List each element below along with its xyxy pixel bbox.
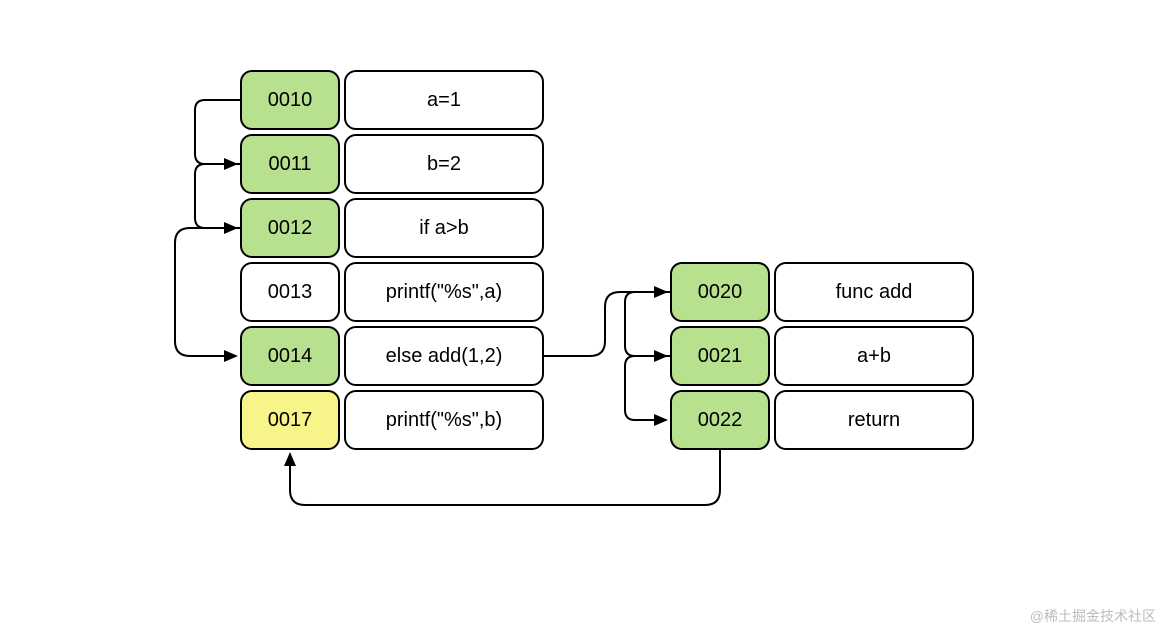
- flow-arrows: [0, 0, 1174, 634]
- addr-cell: 0010: [240, 70, 340, 130]
- instr-cell: a=1: [344, 70, 544, 130]
- instr-cell: printf("%s",a): [344, 262, 544, 322]
- instr-cell: b=2: [344, 134, 544, 194]
- row-0011: 0011 b=2: [240, 134, 544, 194]
- addr-cell: 0013: [240, 262, 340, 322]
- addr-cell: 0012: [240, 198, 340, 258]
- instr-cell: func add: [774, 262, 974, 322]
- row-0013: 0013 printf("%s",a): [240, 262, 544, 322]
- instr-cell: else add(1,2): [344, 326, 544, 386]
- row-0010: 0010 a=1: [240, 70, 544, 130]
- addr-cell: 0020: [670, 262, 770, 322]
- instr-cell: a+b: [774, 326, 974, 386]
- row-0012: 0012 if a>b: [240, 198, 544, 258]
- row-0020: 0020 func add: [670, 262, 974, 322]
- row-0014: 0014 else add(1,2): [240, 326, 544, 386]
- addr-cell: 0021: [670, 326, 770, 386]
- instr-cell: printf("%s",b): [344, 390, 544, 450]
- row-0022: 0022 return: [670, 390, 974, 450]
- instr-cell: return: [774, 390, 974, 450]
- addr-cell: 0011: [240, 134, 340, 194]
- watermark-text: @稀土掘金技术社区: [1030, 606, 1156, 626]
- instr-cell: if a>b: [344, 198, 544, 258]
- row-0021: 0021 a+b: [670, 326, 974, 386]
- row-0017: 0017 printf("%s",b): [240, 390, 544, 450]
- addr-cell: 0014: [240, 326, 340, 386]
- addr-cell: 0022: [670, 390, 770, 450]
- addr-cell: 0017: [240, 390, 340, 450]
